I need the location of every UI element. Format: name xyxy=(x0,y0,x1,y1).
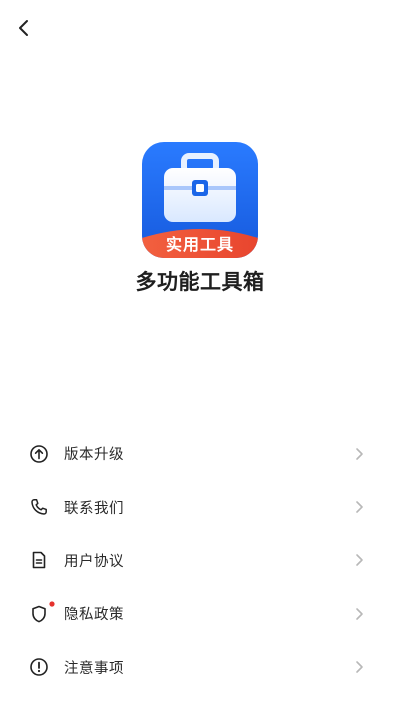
menu-item-label: 注意事项 xyxy=(64,660,124,677)
chevron-right-icon xyxy=(356,661,363,674)
menu-item-user-agreement[interactable]: 用户协议 xyxy=(0,534,400,587)
notification-badge xyxy=(49,601,55,607)
menu-item-label: 版本升级 xyxy=(64,447,124,464)
app-logo: 实用工具 xyxy=(142,142,258,258)
menu-item-version-upgrade[interactable]: 版本升级 xyxy=(0,427,400,480)
chevron-right-icon xyxy=(356,608,363,620)
menu-item-label: 隐私政策 xyxy=(64,607,124,624)
menu-item-contact-us[interactable]: 联系我们 xyxy=(0,480,400,533)
app-logo-banner-text: 实用工具 xyxy=(166,235,234,254)
menu-item-privacy-policy[interactable]: 隐私政策 xyxy=(0,587,400,640)
phone-icon xyxy=(31,499,47,515)
upgrade-arrow-icon xyxy=(30,444,48,463)
shield-icon xyxy=(32,605,46,623)
chevron-left-icon xyxy=(19,20,28,36)
menu-item-label: 联系我们 xyxy=(64,500,124,517)
menu-item-label: 用户协议 xyxy=(64,553,124,570)
back-button[interactable] xyxy=(12,16,36,40)
chevron-right-icon xyxy=(356,554,363,567)
chevron-right-icon xyxy=(356,501,363,513)
settings-menu: 版本升级 联系我们 用户协议 隐私政策 注意事项 xyxy=(0,427,400,694)
menu-item-notes[interactable]: 注意事项 xyxy=(0,641,400,694)
app-name: 多功能工具箱 xyxy=(135,270,265,294)
chevron-right-icon xyxy=(356,447,363,460)
exclamation-circle-icon xyxy=(30,658,48,677)
document-icon xyxy=(32,552,46,569)
